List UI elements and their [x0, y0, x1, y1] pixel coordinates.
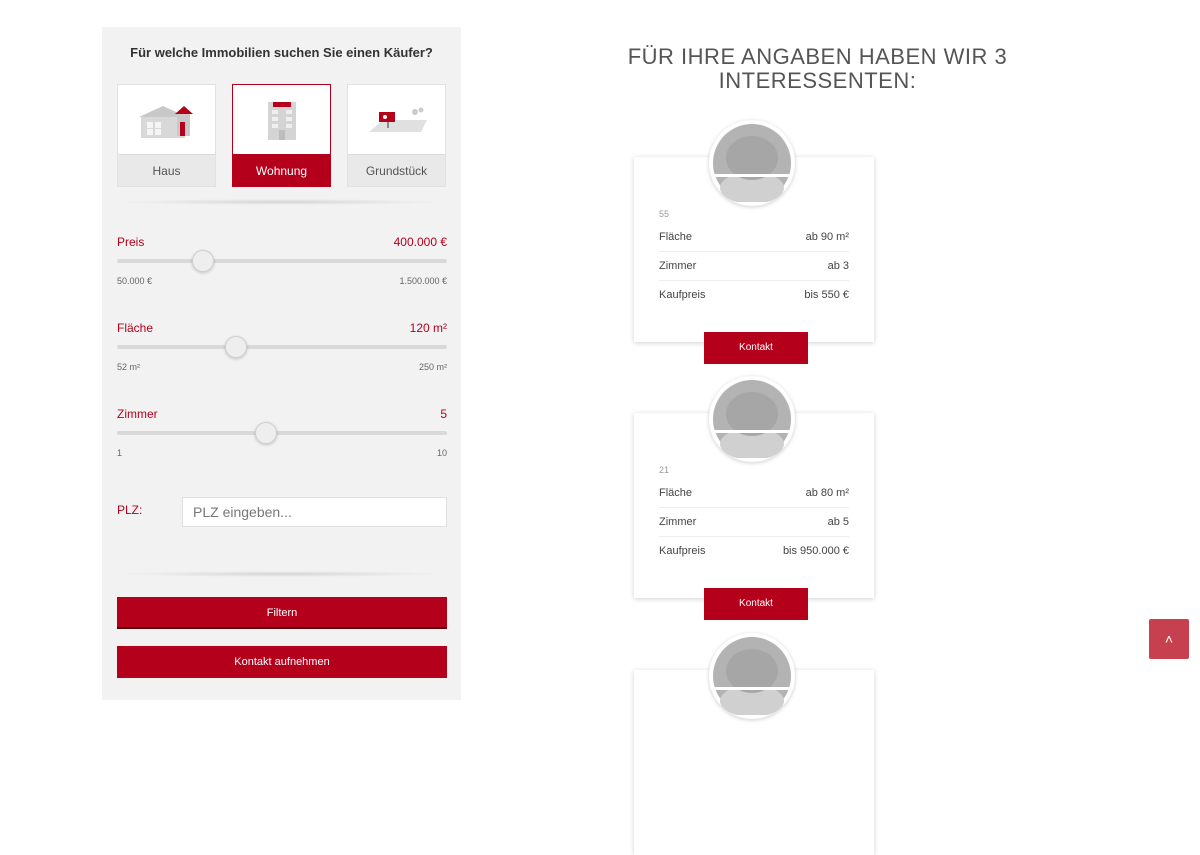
contact-button[interactable]: Kontakt — [704, 588, 808, 620]
detail-row-rooms: Zimmer ab 3 — [659, 252, 849, 281]
price-max: 1.500.000 € — [399, 276, 447, 286]
area-slider: Fläche 120 m² 52 m² 250 m² — [117, 321, 447, 381]
divider — [117, 571, 446, 577]
prospect-details: Fläche ab 80 m² Zimmer ab 5 Kaufpreis bi… — [659, 479, 849, 566]
type-card-grundstueck[interactable]: Grundstück — [347, 84, 446, 187]
prospect-details: Fläche ab 90 m² Zimmer ab 3 Kaufpreis bi… — [659, 223, 849, 310]
rooms-slider: Zimmer 5 1 10 — [117, 407, 447, 467]
contact-request-button[interactable]: Kontakt aufnehmen — [117, 646, 447, 678]
filter-button[interactable]: Filtern — [117, 597, 447, 629]
house-icon — [138, 106, 193, 138]
avatar — [709, 633, 795, 719]
type-label-grundstueck: Grundstück — [348, 154, 445, 186]
plz-input[interactable] — [182, 497, 447, 527]
detail-row-area: Fläche ab 80 m² — [659, 479, 849, 508]
prospect-card — [634, 633, 874, 855]
area-min: 52 m² — [117, 362, 141, 372]
price-label: Preis — [117, 235, 145, 249]
plz-label: PLZ: — [117, 503, 143, 517]
detail-row-rooms: Zimmer ab 5 — [659, 508, 849, 537]
filter-panel: Für welche Immobilien suchen Sie einen K… — [102, 27, 461, 700]
user-avatar-icon — [713, 637, 791, 715]
prospect-id: 21 — [659, 465, 670, 475]
avatar — [709, 376, 795, 462]
prospect-card: 21 Fläche ab 80 m² Zimmer ab 5 Kaufpreis… — [634, 376, 874, 620]
rooms-track[interactable] — [117, 431, 447, 435]
price-value: 400.000 € — [393, 235, 447, 249]
type-card-wohnung[interactable]: Wohnung — [232, 84, 331, 187]
filter-title: Für welche Immobilien suchen Sie einen K… — [130, 45, 433, 60]
detail-row-price: Kaufpreis bis 950.000 € — [659, 545, 849, 557]
type-card-haus[interactable]: Haus — [117, 84, 216, 187]
detail-row-area: Fläche ab 90 m² — [659, 223, 849, 252]
scroll-top-button[interactable]: ˄ — [1149, 619, 1189, 659]
contact-button[interactable]: Kontakt — [704, 332, 808, 364]
rooms-max: 10 — [436, 448, 447, 458]
land-plot-icon — [368, 107, 427, 132]
rooms-min: 1 — [117, 448, 123, 458]
price-track[interactable] — [117, 259, 447, 263]
detail-row-price: Kaufpreis bis 550 € — [659, 289, 849, 301]
price-min: 50.000 € — [117, 276, 153, 286]
chevron-up-icon: ˄ — [1164, 631, 1174, 647]
price-slider-handle[interactable] — [191, 250, 214, 272]
prospect-card: 55 Fläche ab 90 m² Zimmer ab 3 Kaufpreis… — [634, 120, 874, 364]
type-label-haus: Haus — [118, 154, 215, 186]
area-slider-handle[interactable] — [224, 336, 247, 358]
user-avatar-icon — [713, 124, 791, 202]
area-value: 120 m² — [409, 321, 447, 335]
area-max: 250 m² — [418, 362, 447, 372]
user-avatar-icon — [713, 380, 791, 458]
price-slider: Preis 400.000 € 50.000 € 1.500.000 € — [117, 235, 447, 295]
divider — [117, 199, 446, 205]
area-label: Fläche — [117, 321, 154, 335]
apartment-building-icon — [267, 102, 296, 140]
type-label-wohnung: Wohnung — [233, 154, 330, 186]
rooms-label: Zimmer — [117, 407, 158, 421]
prospect-id: 55 — [659, 209, 670, 219]
rooms-slider-handle[interactable] — [254, 422, 277, 444]
rooms-value: 5 — [440, 407, 447, 421]
avatar — [709, 120, 795, 206]
results-title: FÜR IHRE ANGABEN HABEN WIR 3 INTERESSENT… — [627, 44, 1008, 93]
area-track[interactable] — [117, 345, 447, 349]
